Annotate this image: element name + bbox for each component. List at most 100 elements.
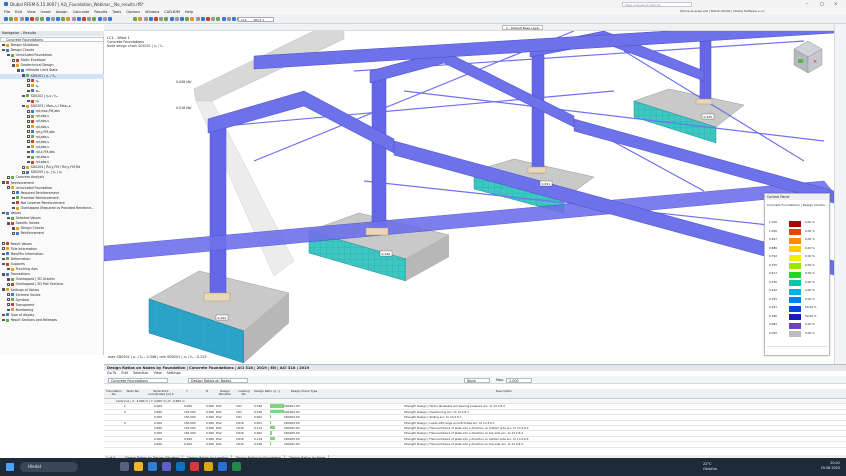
toolbar-button-icon[interactable] (216, 17, 221, 21)
3d-viewport[interactable]: 0.294 0.346 0.291 0.225 × (104, 31, 834, 364)
excel-icon[interactable] (232, 462, 241, 471)
weather-widget[interactable]: 22°C Oblačno (703, 462, 717, 471)
teams-icon[interactable] (162, 462, 171, 471)
toolbar-button-icon[interactable] (40, 17, 45, 21)
layer-select[interactable]: 1 - Default Base Layer (502, 25, 544, 30)
menu-item[interactable]: Calculate (73, 10, 90, 14)
checkbox[interactable] (7, 278, 10, 281)
checkbox[interactable] (12, 64, 15, 67)
navigator-addon-select[interactable]: Concrete Foundations (0, 37, 104, 42)
toolbar-button-icon[interactable] (71, 17, 76, 21)
checkbox[interactable] (12, 191, 15, 195)
checkbox[interactable] (27, 79, 30, 82)
menu-item[interactable]: File (4, 10, 10, 14)
checkbox[interactable] (22, 104, 25, 108)
checkbox[interactable] (7, 176, 10, 179)
checkbox[interactable] (2, 242, 5, 245)
checkbox[interactable] (2, 181, 5, 184)
toolbar-button-icon[interactable] (226, 17, 231, 21)
checkbox[interactable] (7, 221, 10, 225)
checkbox[interactable] (27, 145, 30, 149)
toolbar-button-icon[interactable] (19, 17, 24, 21)
checkbox[interactable] (27, 135, 30, 138)
chrome-icon[interactable] (204, 462, 213, 471)
checkbox[interactable] (27, 120, 30, 123)
checkbox[interactable] (27, 140, 30, 144)
checkbox[interactable] (2, 313, 5, 317)
toolbar-button-icon[interactable] (206, 17, 210, 21)
navigator-item[interactable]: Result Sections and Releases (0, 318, 104, 323)
checkbox[interactable] (27, 109, 30, 113)
checkbox[interactable] (2, 257, 5, 261)
column-header[interactable]: Y (178, 389, 196, 393)
checkbox[interactable] (27, 155, 30, 159)
maximize-button[interactable]: □ (820, 1, 824, 6)
table-row[interactable]: 0.000 0.000 0.000 DS2 CO16 0.018 SD0205.00 Stre… (104, 442, 846, 448)
loadcase-select[interactable]: LC1 Wind 1 (238, 17, 274, 22)
toolbar-button-icon[interactable] (148, 17, 153, 21)
column-header[interactable]: Loading No. (236, 389, 252, 396)
checkbox[interactable] (7, 186, 10, 189)
close-button[interactable]: × (834, 1, 837, 6)
checkbox[interactable] (7, 216, 10, 220)
toolbar-button-icon[interactable] (195, 17, 200, 21)
column-header[interactable]: Node No. (124, 389, 142, 393)
addon-select[interactable]: Concrete Foundations (108, 377, 168, 383)
toolbar-button-icon[interactable] (50, 17, 55, 21)
column-header[interactable]: Design Check Type (284, 389, 324, 393)
rfem-icon[interactable] (218, 462, 227, 471)
taskbar-search[interactable]: Hledat (20, 462, 78, 472)
toolbar-button-icon[interactable] (138, 17, 143, 21)
checkbox[interactable] (2, 48, 5, 52)
toolbar-button-icon[interactable] (102, 17, 107, 21)
minimize-button[interactable]: – (806, 1, 808, 6)
toolbar-button-icon[interactable] (159, 17, 164, 21)
toolbar-button-icon[interactable] (14, 17, 19, 21)
toolbar-button-icon[interactable] (169, 17, 174, 21)
checkbox[interactable] (7, 53, 10, 57)
menu-item[interactable]: Tools (112, 10, 121, 14)
checkbox[interactable] (2, 247, 5, 251)
checkbox[interactable] (2, 288, 5, 291)
checkbox[interactable] (27, 125, 30, 128)
checkbox[interactable] (7, 308, 10, 312)
system-clock[interactable]: 20:42 29.08.2025 (821, 461, 840, 471)
explorer-icon[interactable] (134, 462, 143, 471)
browser-icon[interactable] (148, 462, 157, 471)
menu-item[interactable]: Window (145, 10, 159, 14)
toolbar-button-icon[interactable] (87, 17, 92, 21)
max-value-input[interactable]: 1.000 (506, 377, 532, 383)
checkbox[interactable] (2, 43, 5, 47)
toolbar-button-icon[interactable] (45, 17, 50, 21)
checkbox[interactable] (27, 84, 30, 88)
checkbox[interactable] (27, 89, 30, 93)
app-red-icon[interactable] (190, 462, 199, 471)
checkbox[interactable] (7, 293, 10, 296)
toolbar-button-icon[interactable] (24, 17, 29, 21)
checkbox[interactable] (17, 69, 20, 72)
search-box[interactable]: Type a keyword (Alt+Q) (622, 1, 692, 7)
menu-item[interactable]: CAD-BIM (164, 10, 180, 14)
outlook-icon[interactable] (176, 462, 185, 471)
checkbox[interactable] (12, 206, 15, 210)
toolbar-button-icon[interactable] (180, 17, 184, 21)
toolbar-button-icon[interactable] (211, 17, 216, 21)
toolbar-button-icon[interactable] (82, 17, 86, 21)
toolbar-button-icon[interactable] (92, 17, 97, 21)
checkbox[interactable] (27, 115, 30, 118)
toolbar-button-icon[interactable] (200, 17, 205, 21)
column-header[interactable]: Z (200, 389, 214, 393)
toolbar-button-icon[interactable] (61, 17, 66, 21)
view-select[interactable]: Design Ratios on Nodes (188, 377, 248, 383)
menu-item[interactable]: Assign (56, 10, 68, 14)
checkbox[interactable] (7, 303, 10, 307)
toolbar-button-icon[interactable] (108, 17, 112, 21)
checkbox[interactable] (12, 58, 15, 62)
checkbox[interactable] (2, 262, 5, 266)
toolbar-button-icon[interactable] (4, 17, 8, 21)
checkbox[interactable] (12, 196, 15, 200)
column-header[interactable]: Description (404, 389, 604, 393)
checkbox[interactable] (2, 211, 5, 215)
toolbar-button-icon[interactable] (35, 17, 40, 21)
menu-item[interactable]: Edit (15, 10, 22, 14)
